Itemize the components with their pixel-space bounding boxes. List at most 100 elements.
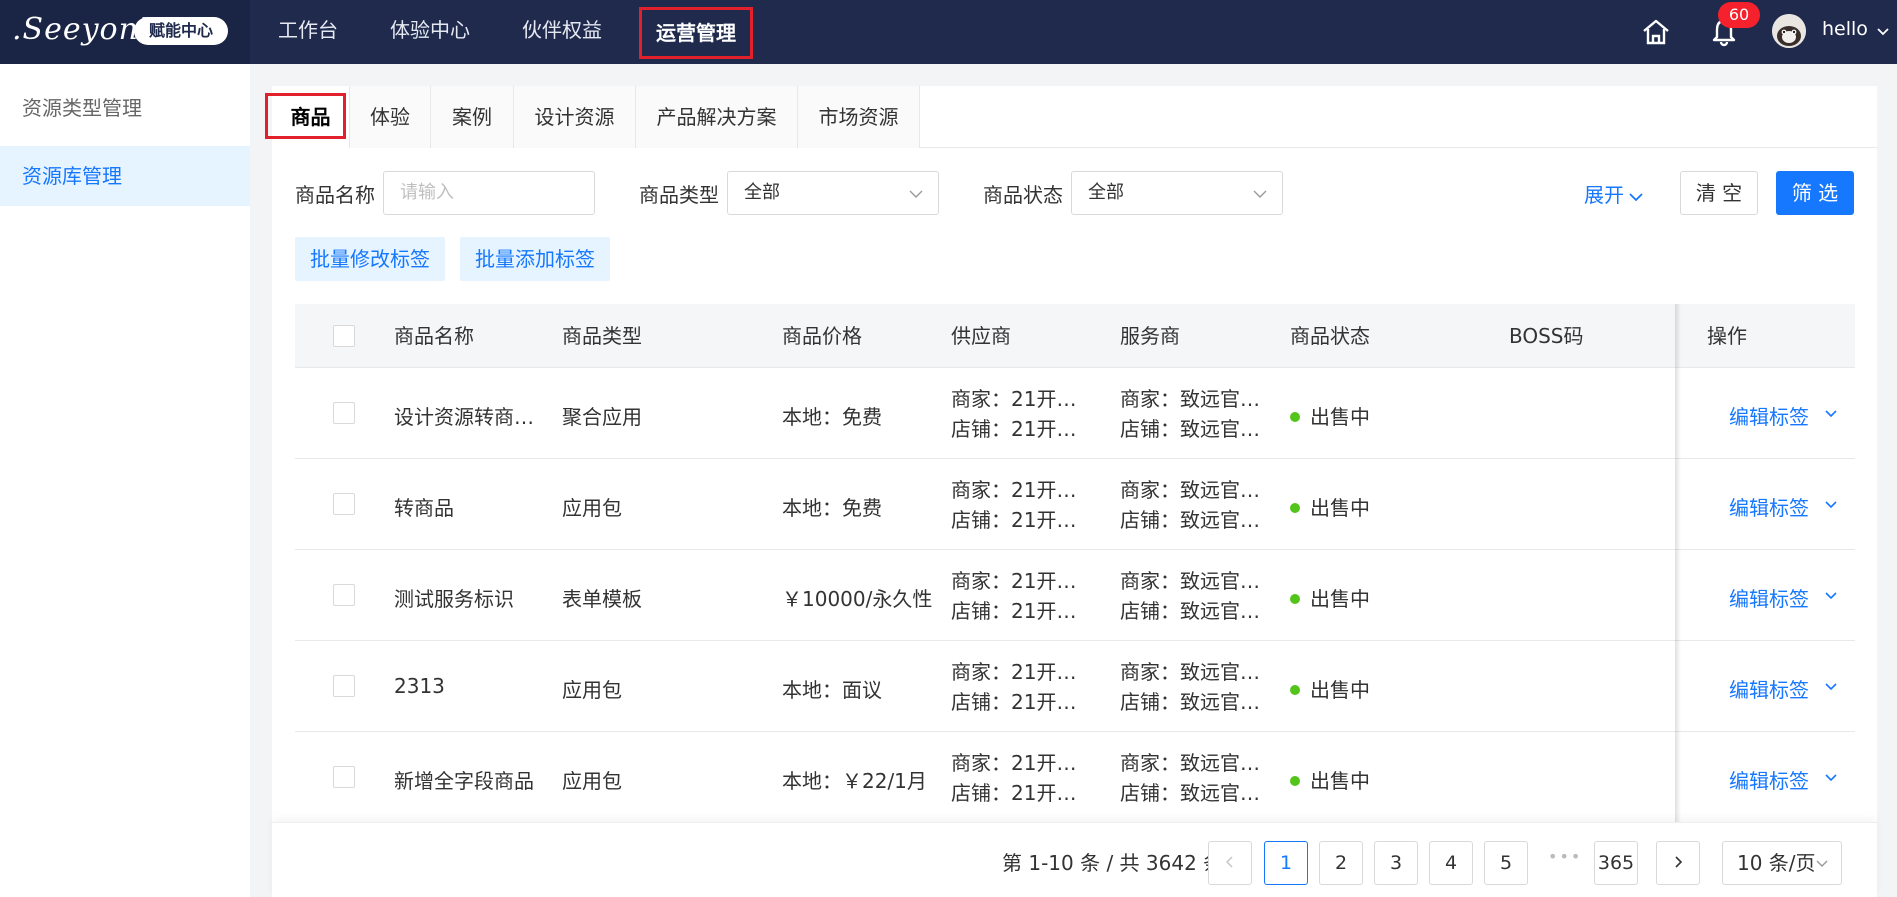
supplier-info: 商家：21开… 店铺：21开…	[951, 384, 1076, 444]
expand-filters-link[interactable]: 展开	[1584, 179, 1644, 208]
product-status-select[interactable]: 全部	[1071, 171, 1283, 215]
nav-item-workbench[interactable]: 工作台	[278, 0, 338, 64]
chevron-down-icon	[909, 190, 923, 198]
provider-merchant: 商家：致远官…	[1120, 387, 1260, 411]
tab-products[interactable]: 商品	[265, 86, 350, 148]
row-checkbox[interactable]	[333, 493, 355, 515]
nav-item-partner-benefits[interactable]: 伙伴权益	[522, 0, 602, 64]
status-text: 出售中	[1310, 678, 1370, 702]
chevron-down-icon	[1629, 192, 1643, 201]
product-type-select[interactable]: 全部	[727, 171, 939, 215]
product-type: 聚合应用	[562, 405, 642, 429]
fixed-column-shadow	[1675, 304, 1681, 824]
provider-store: 店铺：致远官…	[1120, 690, 1260, 714]
chevron-down-icon[interactable]	[1823, 769, 1839, 785]
product-name[interactable]: 测试服务标识	[394, 583, 514, 612]
tab-design-resources[interactable]: 设计资源	[514, 86, 636, 148]
product-name-input[interactable]: 请输入	[383, 171, 595, 215]
status-cell: 出售中	[1290, 765, 1370, 794]
row-checkbox[interactable]	[333, 675, 355, 697]
product-price: 本地：面议	[782, 678, 882, 702]
provider-info: 商家：致远官… 店铺：致远官…	[1120, 475, 1260, 535]
sidebar-item-resource-library[interactable]: 资源库管理	[0, 146, 250, 206]
col-service-provider: 服务商	[1120, 324, 1180, 348]
chevron-down-icon[interactable]	[1823, 405, 1839, 421]
table-header: 商品名称 商品类型 商品价格 供应商 服务商 商品状态 BOSS码 操作	[295, 304, 1855, 368]
filter-button[interactable]: 筛 选	[1776, 171, 1854, 215]
supplier-merchant: 商家：21开…	[951, 751, 1077, 775]
sidebar: 资源类型管理 资源库管理	[0, 64, 250, 897]
status-text: 出售中	[1310, 769, 1370, 793]
supplier-merchant: 商家：21开…	[951, 478, 1077, 502]
page-button-1[interactable]: 1	[1264, 841, 1308, 885]
page-button-4[interactable]: 4	[1429, 841, 1473, 885]
page-button-3[interactable]: 3	[1374, 841, 1418, 885]
edit-tags-link[interactable]: 编辑标签	[1729, 401, 1809, 430]
chevron-down-icon[interactable]	[1874, 22, 1892, 40]
col-product-status: 商品状态	[1290, 324, 1370, 348]
status-dot	[1290, 411, 1300, 422]
pagination: 第 1-10 条 / 共 3642 条 1 2 3 4 5 ••• 365 10…	[272, 822, 1877, 897]
select-all-checkbox[interactable]	[333, 325, 355, 347]
product-type-value: 全部	[744, 182, 780, 203]
provider-store: 店铺：致远官…	[1120, 417, 1260, 441]
page-size-select[interactable]: 10 条/页	[1722, 841, 1842, 885]
provider-store: 店铺：致远官…	[1120, 781, 1260, 805]
batch-add-tags-button[interactable]: 批量添加标签	[460, 237, 610, 281]
chevron-down-icon[interactable]	[1823, 496, 1839, 512]
product-name[interactable]: 2313	[394, 674, 445, 698]
product-name[interactable]: 新增全字段商品	[394, 765, 534, 794]
user-name[interactable]: hello	[1822, 18, 1868, 40]
prev-page-button[interactable]	[1208, 841, 1252, 885]
product-price: 本地：免费	[782, 405, 882, 429]
product-type: 应用包	[562, 769, 622, 793]
supplier-store: 店铺：21开…	[951, 508, 1077, 532]
home-icon[interactable]	[1640, 16, 1672, 48]
tab-product-solutions[interactable]: 产品解决方案	[636, 86, 798, 148]
brand-area: .Seeyon™ 赋能中心	[0, 0, 250, 64]
status-text: 出售中	[1310, 405, 1370, 429]
tab-market-resources[interactable]: 市场资源	[798, 86, 920, 148]
product-type: 应用包	[562, 678, 622, 702]
edit-tags-link[interactable]: 编辑标签	[1729, 492, 1809, 521]
clear-button[interactable]: 清 空	[1680, 171, 1758, 215]
supplier-store: 店铺：21开…	[951, 690, 1077, 714]
avatar[interactable]	[1772, 14, 1806, 48]
supplier-store: 店铺：21开…	[951, 417, 1077, 441]
edit-tags-link[interactable]: 编辑标签	[1729, 674, 1809, 703]
chevron-right-icon	[1675, 856, 1683, 868]
nav-item-experience[interactable]: 体验中心	[390, 0, 470, 64]
chevron-down-icon[interactable]	[1823, 587, 1839, 603]
page-button-2[interactable]: 2	[1319, 841, 1363, 885]
product-name[interactable]: 转商品	[394, 492, 454, 521]
row-checkbox[interactable]	[333, 402, 355, 424]
product-name[interactable]: 设计资源转商…	[394, 401, 534, 430]
edit-tags-link[interactable]: 编辑标签	[1729, 765, 1809, 794]
provider-info: 商家：致远官… 店铺：致远官…	[1120, 748, 1260, 808]
status-dot	[1290, 775, 1300, 786]
nav-item-operations[interactable]: 运营管理	[639, 7, 753, 59]
edit-tags-link[interactable]: 编辑标签	[1729, 583, 1809, 612]
tab-cases[interactable]: 案例	[431, 86, 514, 148]
page-button-last[interactable]: 365	[1594, 841, 1638, 885]
row-checkbox[interactable]	[333, 584, 355, 606]
chevron-down-icon[interactable]	[1823, 678, 1839, 694]
supplier-store: 店铺：21开…	[951, 599, 1077, 623]
batch-edit-tags-button[interactable]: 批量修改标签	[295, 237, 445, 281]
tab-experience[interactable]: 体验	[350, 86, 431, 148]
page-ellipsis[interactable]: •••	[1548, 847, 1582, 866]
col-operations: 操作	[1707, 324, 1747, 348]
chevron-down-icon	[1253, 190, 1267, 198]
supplier-store: 店铺：21开…	[951, 781, 1077, 805]
next-page-button[interactable]	[1656, 841, 1700, 885]
supplier-info: 商家：21开… 店铺：21开…	[951, 566, 1076, 626]
product-price: ￥10000/永久性	[782, 587, 933, 611]
sidebar-item-resource-types[interactable]: 资源类型管理	[0, 78, 250, 138]
status-cell: 出售中	[1290, 401, 1370, 430]
page-button-5[interactable]: 5	[1484, 841, 1528, 885]
provider-info: 商家：致远官… 店铺：致远官…	[1120, 566, 1260, 626]
supplier-merchant: 商家：21开…	[951, 569, 1077, 593]
supplier-merchant: 商家：21开…	[951, 660, 1077, 684]
row-checkbox[interactable]	[333, 766, 355, 788]
supplier-info: 商家：21开… 店铺：21开…	[951, 748, 1076, 808]
